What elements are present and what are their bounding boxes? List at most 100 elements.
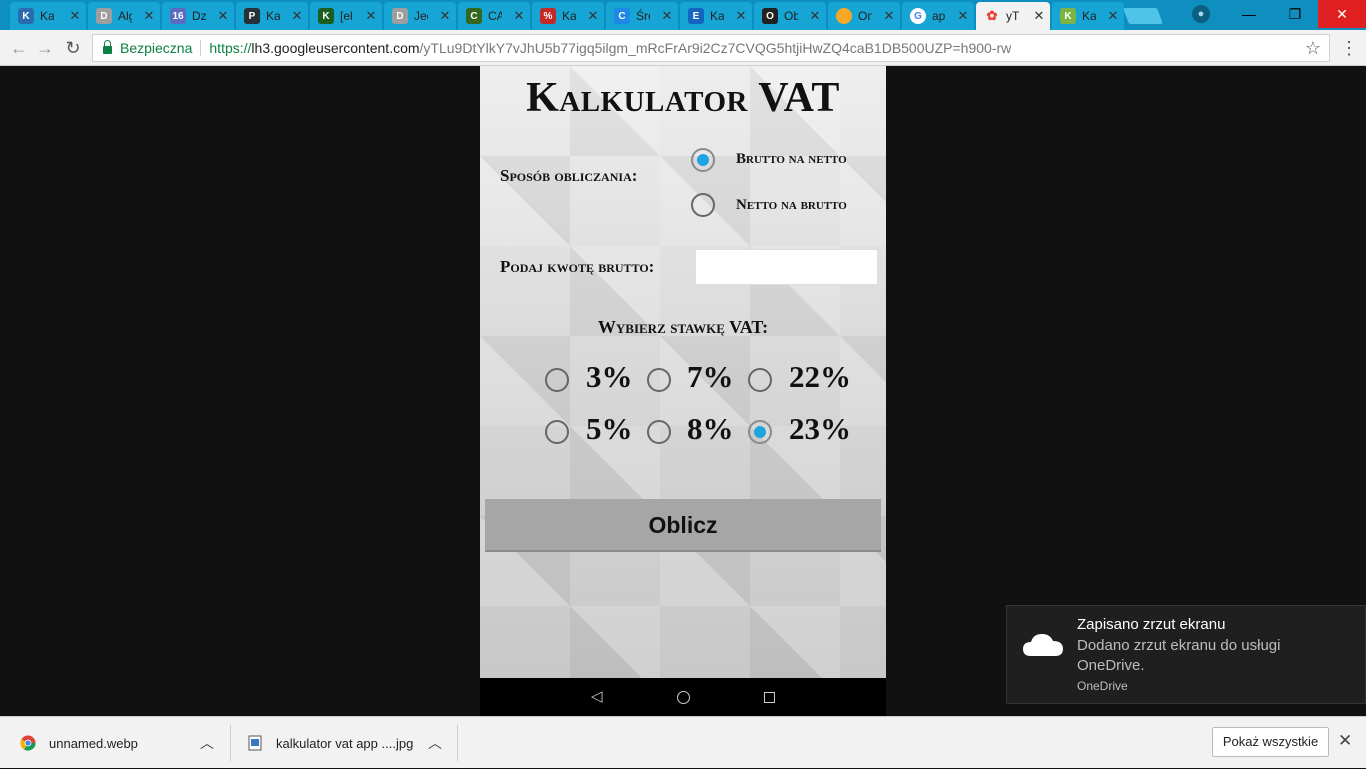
tab-close-icon[interactable]: ✕ — [1106, 8, 1120, 24]
rate-label: Wybierz stawkę VAT: — [597, 317, 769, 337]
android-recents-icon[interactable] — [764, 692, 775, 703]
bookmark-star-icon[interactable]: ☆ — [1305, 38, 1321, 59]
tab-close-icon[interactable]: ✕ — [1032, 8, 1046, 24]
app-title: Kalkulator VAT — [526, 75, 840, 121]
tab-label: Śre — [636, 9, 650, 23]
tab-3[interactable]: P Ka ✕ — [236, 2, 308, 30]
android-nav-bar: ◁ — [480, 678, 886, 716]
rate-radio-22[interactable] — [748, 368, 772, 392]
rate-radio-8[interactable] — [647, 420, 671, 444]
tab-close-icon[interactable]: ✕ — [364, 8, 378, 24]
tab-label: Ka — [266, 9, 280, 23]
window-close-button[interactable]: ✕ — [1318, 0, 1366, 28]
rate-label-5: 5% — [586, 411, 633, 446]
tab-12[interactable]: G ap ✕ — [902, 2, 974, 30]
reload-button[interactable]: ↻ — [62, 37, 84, 59]
image-file-icon — [248, 735, 262, 751]
tab-label: Ka — [710, 9, 724, 23]
secure-label: Bezpieczna — [120, 40, 193, 56]
tab-close-icon[interactable]: ✕ — [956, 8, 970, 24]
tab-11[interactable]: On ✕ — [828, 2, 900, 30]
lock-icon — [103, 40, 112, 54]
google-favicon-icon: G — [910, 8, 926, 24]
amount-input[interactable] — [695, 249, 878, 285]
rate-radio-3[interactable] — [545, 368, 569, 392]
download-item[interactable]: kalkulator vat app ....jpg ︿ — [248, 717, 448, 769]
rate-radio-5[interactable] — [545, 420, 569, 444]
mode-radio-netto-na-brutto[interactable] — [691, 193, 715, 217]
tab-10[interactable]: O Ob ✕ — [754, 2, 826, 30]
tab-1[interactable]: D Alg ✕ — [88, 2, 160, 30]
notification-title: Zapisano zrzut ekranu — [1077, 616, 1226, 633]
graduation-favicon-icon: O — [762, 8, 778, 24]
phone-screenshot: Kalkulator VAT Sposób obliczania: Brutto… — [480, 66, 886, 716]
tab-close-icon[interactable]: ✕ — [512, 8, 526, 24]
tab-close-icon[interactable]: ✕ — [734, 8, 748, 24]
rate-radio-7[interactable] — [647, 368, 671, 392]
kalkulator-favicon-icon: K — [18, 8, 34, 24]
forward-button[interactable]: → — [34, 37, 56, 59]
tab-0[interactable]: K Ka ✕ — [10, 2, 86, 30]
tab-4[interactable]: K [el ✕ — [310, 2, 382, 30]
android-home-icon[interactable] — [677, 691, 690, 704]
c-blue-favicon-icon: C — [614, 8, 630, 24]
tab-14[interactable]: K Ka ✕ — [1052, 2, 1124, 30]
close-icon[interactable]: ✕ — [1338, 731, 1352, 751]
new-tab-button[interactable] — [1123, 8, 1163, 24]
url-scheme: https:// — [209, 40, 252, 56]
pz-favicon-icon: P — [244, 8, 260, 24]
url-host: lh3.googleusercontent.com — [251, 40, 420, 56]
tab-close-icon[interactable]: ✕ — [290, 8, 304, 24]
rate-label-8: 8% — [687, 411, 734, 446]
rate-label-22: 22% — [789, 359, 851, 394]
tab-5[interactable]: D Jed ✕ — [384, 2, 456, 30]
tab-9[interactable]: E Ka ✕ — [680, 2, 752, 30]
divider — [230, 725, 231, 761]
amount-label: Podaj kwotę brutto: — [500, 257, 655, 276]
chrome-icon — [20, 735, 36, 751]
profile-icon[interactable]: ● — [1192, 5, 1210, 23]
c-favicon-icon: C — [466, 8, 482, 24]
show-all-downloads-button[interactable]: Pokaż wszystkie — [1212, 727, 1329, 757]
onedrive-notification[interactable]: Zapisano zrzut ekranu Dodano zrzut ekran… — [1006, 605, 1366, 704]
tab-6[interactable]: C CA ✕ — [458, 2, 530, 30]
mode-option-label: Brutto na netto — [736, 151, 847, 167]
download-item[interactable]: unnamed.webp ︿ — [20, 717, 220, 769]
chevron-up-icon[interactable]: ︿ — [200, 733, 214, 753]
tab-close-icon[interactable]: ✕ — [808, 8, 822, 24]
tab-close-icon[interactable]: ✕ — [438, 8, 452, 24]
tab-close-icon[interactable]: ✕ — [142, 8, 156, 24]
tab-close-icon[interactable]: ✕ — [216, 8, 230, 24]
rate-radio-23[interactable] — [748, 420, 772, 444]
tab-close-icon[interactable]: ✕ — [68, 8, 82, 24]
minimize-button[interactable]: — — [1226, 0, 1272, 28]
tab-7[interactable]: % Ka ✕ — [532, 2, 604, 30]
notification-body: Dodano zrzut ekranu do usługi OneDrive. — [1077, 637, 1281, 674]
calendar-favicon-icon: 16 — [170, 8, 186, 24]
address-bar[interactable]: Bezpieczna https://lh3.googleusercontent… — [92, 34, 1330, 62]
tab-label: Jed — [414, 9, 428, 23]
tab-close-icon[interactable]: ✕ — [660, 8, 674, 24]
mode-radio-brutto-na-netto[interactable] — [691, 148, 715, 172]
tab-2[interactable]: 16 Dz ✕ — [162, 2, 234, 30]
tab-label: ap — [932, 9, 946, 23]
tab-close-icon[interactable]: ✕ — [586, 8, 600, 24]
photos-favicon-icon: ✿ — [986, 8, 998, 23]
menu-dots-icon[interactable]: ⋮ — [1340, 38, 1358, 58]
back-button[interactable]: ← — [8, 37, 30, 59]
android-back-icon[interactable]: ◁ — [591, 688, 603, 706]
tab-label: Ka — [1082, 9, 1096, 23]
tab-13-active[interactable]: ✿ yTL ✕ — [976, 2, 1050, 30]
rate-label-3: 3% — [586, 359, 633, 394]
percent-favicon-icon: % — [540, 8, 556, 24]
notification-source: OneDrive — [1077, 679, 1128, 693]
tab-8[interactable]: C Śre ✕ — [606, 2, 678, 30]
chevron-up-icon[interactable]: ︿ — [428, 733, 442, 753]
tab-close-icon[interactable]: ✕ — [882, 8, 896, 24]
mode-label: Sposób obliczania: — [500, 166, 638, 185]
restore-button[interactable]: ❐ — [1272, 0, 1318, 28]
coin-favicon-icon — [836, 8, 852, 24]
calculate-button[interactable]: Oblicz — [485, 499, 881, 552]
tab-strip: K Ka ✕ D Alg ✕ 16 Dz ✕ P Ka ✕ K [el ✕ D … — [0, 0, 1366, 30]
tab-label: CA — [488, 9, 502, 23]
